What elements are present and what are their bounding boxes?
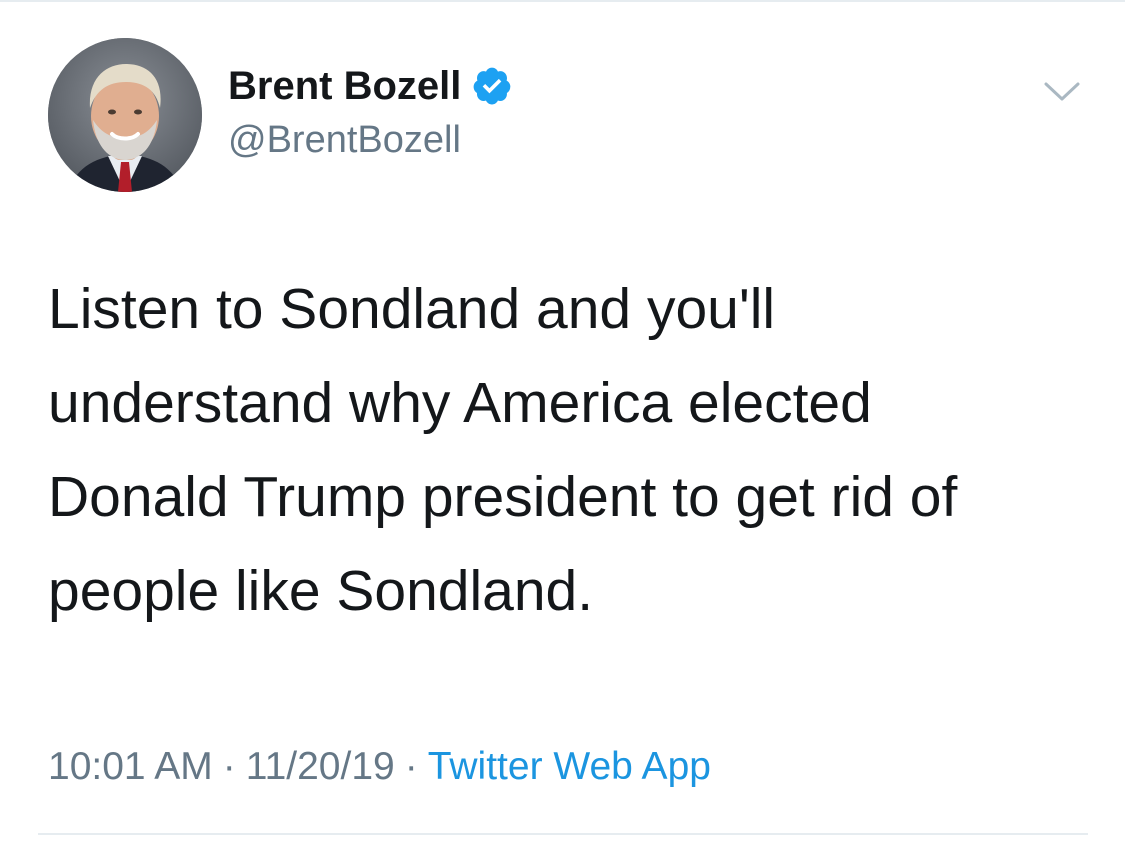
avatar[interactable] <box>48 38 202 192</box>
meta-separator: · <box>222 745 236 788</box>
tweet-text-line: understand why America elected <box>48 371 872 435</box>
tweet-card: Brent Bozell @BrentBozell Listen to Sond… <box>0 0 1125 859</box>
author-display-name[interactable]: Brent Bozell <box>228 62 461 110</box>
verified-badge-icon <box>471 65 513 107</box>
tweet-source-link[interactable]: Twitter Web App <box>428 745 711 788</box>
tweet-metadata: 10:01 AM · 11/20/19 · Twitter Web App <box>48 742 711 792</box>
author-name-row: Brent Bozell <box>228 62 513 110</box>
tweet-text-line: people like Sondland. <box>48 559 594 623</box>
author-handle[interactable]: @BrentBozell <box>228 116 461 164</box>
tweet-date[interactable]: 11/20/19 <box>246 745 395 788</box>
tweet-menu-button[interactable] <box>1040 74 1084 110</box>
tweet-text-line: Listen to Sondland and you'll <box>48 277 776 341</box>
bottom-divider <box>38 833 1088 835</box>
meta-separator: · <box>404 745 418 788</box>
chevron-down-icon <box>1044 82 1080 101</box>
tweet-time[interactable]: 10:01 AM <box>48 745 213 788</box>
profile-photo <box>48 38 202 192</box>
tweet-text-line: Donald Trump president to get rid of <box>48 465 958 529</box>
tweet-text: Listen to Sondland and you'll understand… <box>48 262 1088 638</box>
